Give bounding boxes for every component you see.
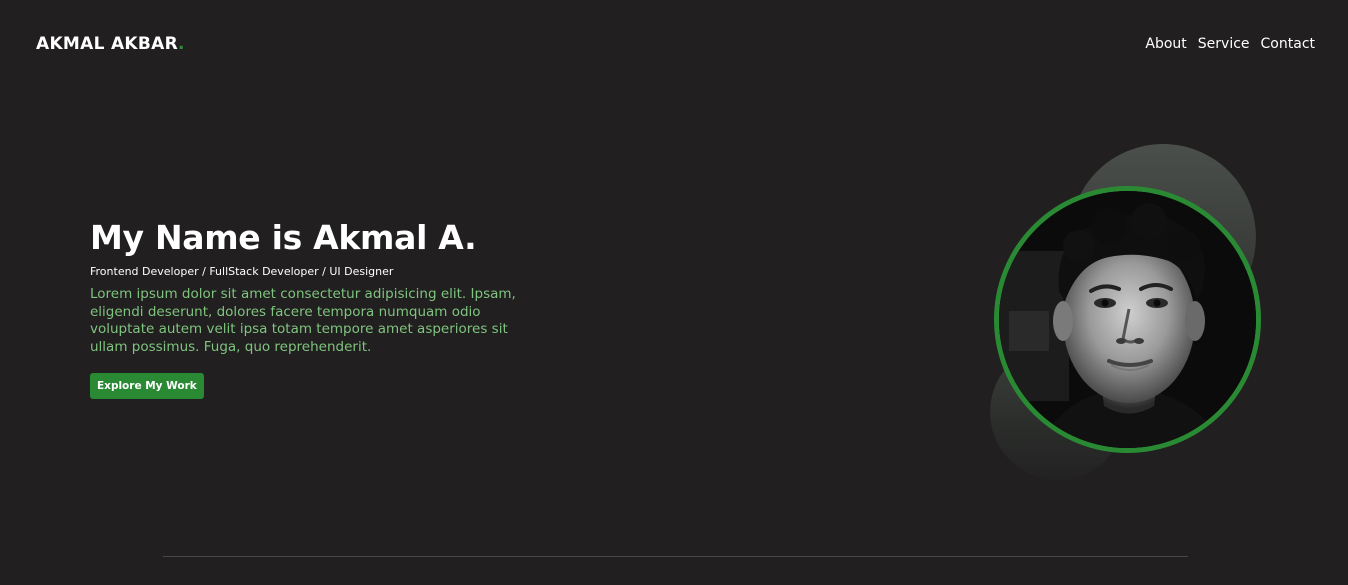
explore-work-button[interactable]: Explore My Work [90,373,204,399]
nav-link-service[interactable]: Service [1198,36,1250,52]
brand-dot: . [178,34,185,54]
hero-description: Lorem ipsum dolor sit amet consectetur a… [90,286,516,355]
brand-logo[interactable]: AKMAL AKBAR . [36,34,185,54]
page: AKMAL AKBAR . About Service Contact My N… [0,0,1348,585]
nav-link-contact[interactable]: Contact [1261,36,1315,52]
section-divider [163,556,1188,557]
portrait-illustration [999,191,1256,448]
brand-name: AKMAL AKBAR [36,34,178,54]
nav-links: About Service Contact [1145,36,1315,52]
nav-link-about[interactable]: About [1145,36,1186,52]
profile-photo [994,186,1261,453]
hero-title: My Name is Akmal A. [90,218,477,257]
hero-roles: Frontend Developer / FullStack Developer… [90,265,394,278]
hero-section: My Name is Akmal A. Frontend Developer /… [90,218,550,399]
navbar: AKMAL AKBAR . About Service Contact [36,32,1315,56]
